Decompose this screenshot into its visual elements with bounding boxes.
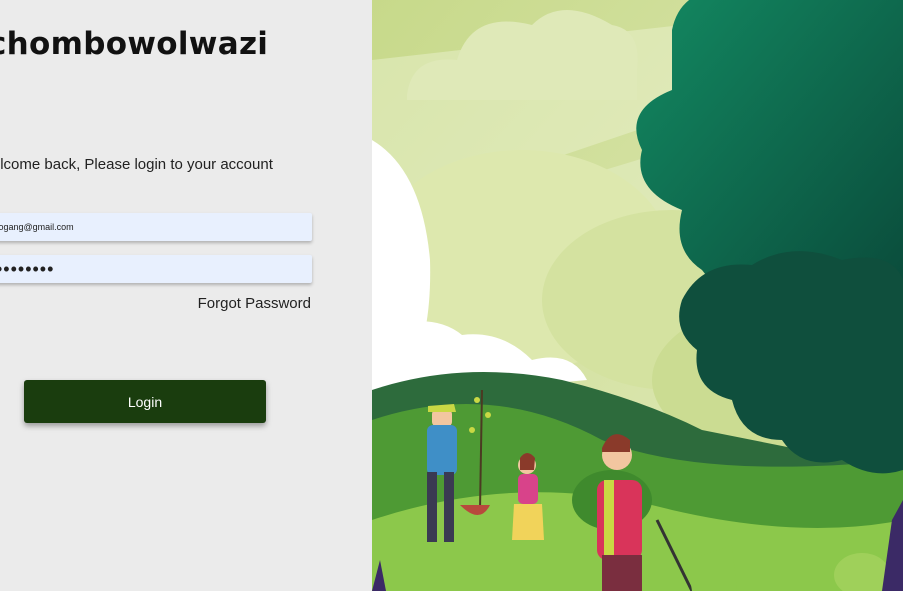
login-panel: chombowolwazi Welcome back, Please login… bbox=[0, 0, 372, 591]
login-button[interactable]: Login bbox=[24, 380, 266, 423]
brand-logo: chombowolwazi bbox=[0, 26, 269, 62]
tree-planting-illustration bbox=[372, 0, 903, 597]
forgot-password-link[interactable]: Forgot Password bbox=[198, 295, 311, 312]
welcome-message: Welcome back, Please login to your accou… bbox=[0, 156, 273, 173]
illustration-svg bbox=[372, 0, 903, 597]
email-field[interactable] bbox=[0, 213, 312, 241]
password-field[interactable] bbox=[0, 255, 312, 283]
